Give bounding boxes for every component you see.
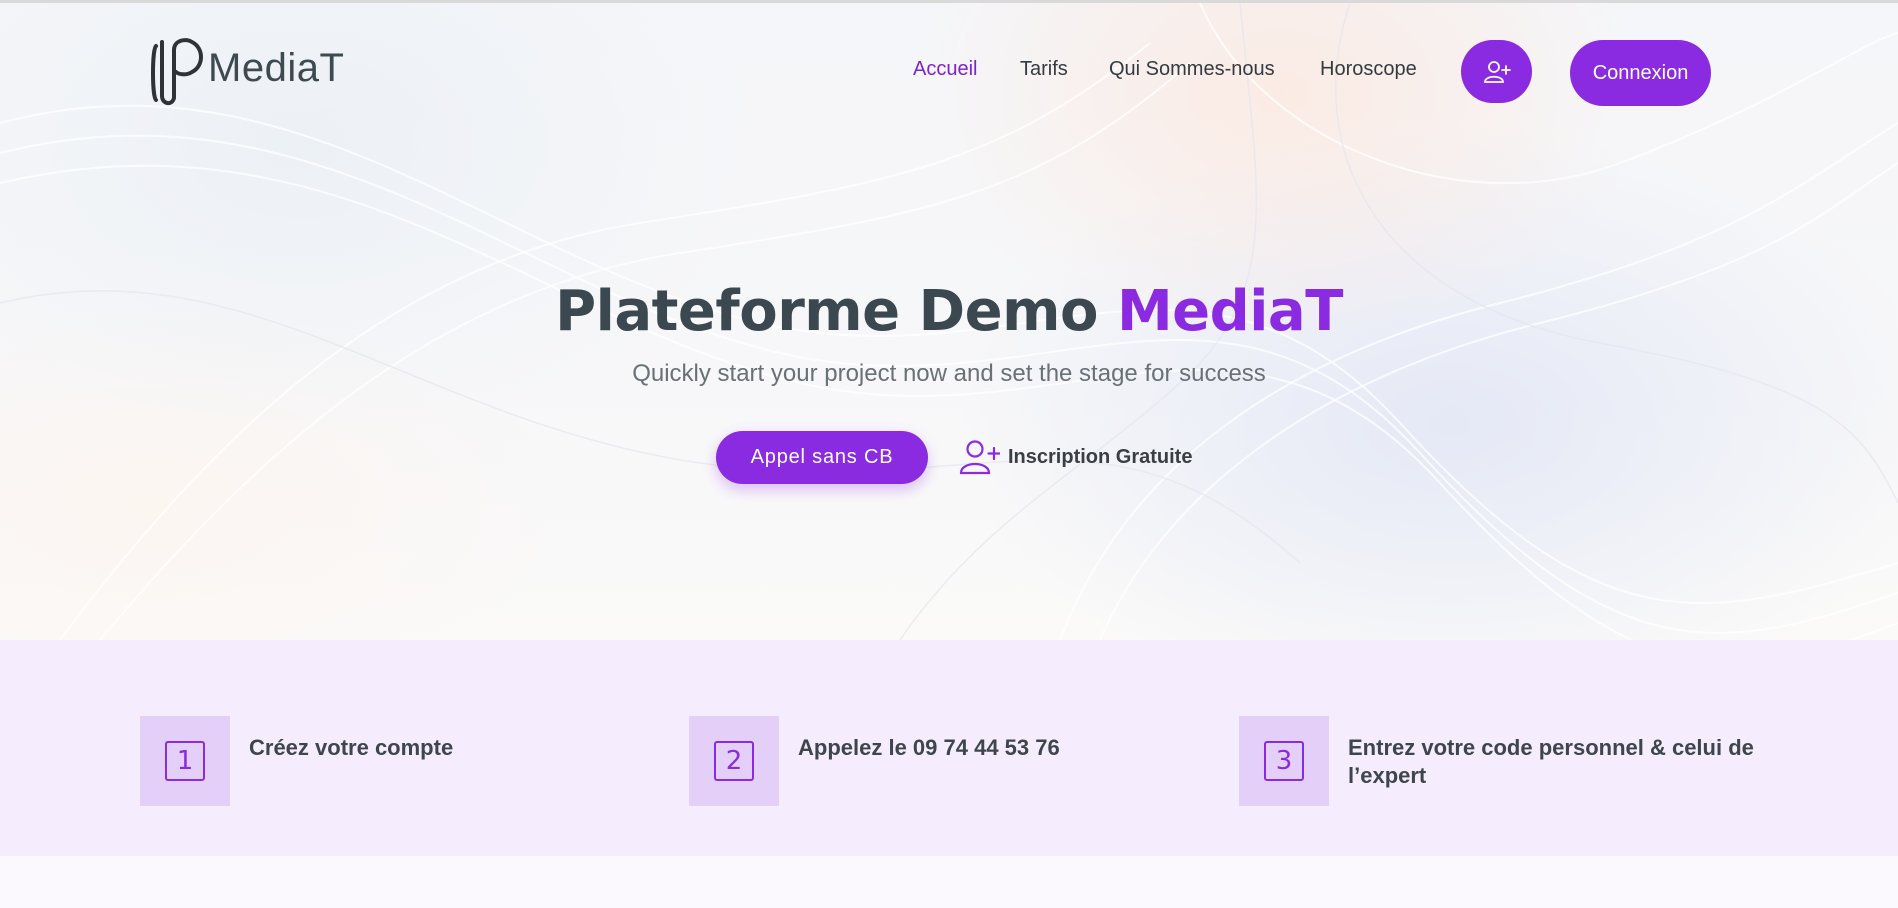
steps-section: 1 Créez votre compte 2 Appelez le 09 74 … [0, 640, 1898, 856]
signup-icon-button[interactable] [1461, 40, 1532, 103]
nav-link-qui-sommes-nous[interactable]: Qui Sommes-nous [1109, 58, 1275, 81]
step-item: 2 Appelez le 09 74 44 53 76 [689, 716, 1060, 806]
logo[interactable]: MediaT [148, 36, 344, 108]
nav-link-tarifs[interactable]: Tarifs [1020, 58, 1068, 81]
free-signup-label: Inscription Gratuite [1008, 445, 1193, 468]
step-number-box: 3 [1239, 716, 1329, 806]
hero-subtitle: Quickly start your project now and set t… [632, 360, 1266, 387]
hero-title-brand: MediaT [1116, 279, 1343, 344]
step-number: 1 [165, 741, 205, 781]
logo-text: MediaT [208, 45, 345, 90]
call-without-card-button[interactable]: Appel sans CB [716, 431, 928, 484]
step-text: Appelez le 09 74 44 53 76 [798, 735, 1060, 760]
step-number: 2 [714, 741, 754, 781]
step-item: 1 Créez votre compte [140, 716, 453, 806]
user-plus-icon [1483, 60, 1511, 83]
step-text: Entrez votre code personnel & celui de l… [1348, 735, 1754, 788]
nav-link-horoscope[interactable]: Horoscope [1320, 58, 1417, 81]
hero-title-main: Plateforme Demo [555, 279, 1098, 344]
step-number: 3 [1264, 741, 1304, 781]
step-number-box: 2 [689, 716, 779, 806]
step-number-box: 1 [140, 716, 230, 806]
hero-title: Plateforme Demo MediaT [0, 279, 1898, 344]
step-item: 3 Entrez votre code personnel & celui de… [1239, 716, 1778, 806]
free-signup-link[interactable]: Inscription Gratuite [958, 437, 1192, 477]
hero-section: MediaT Accueil Tarifs Qui Sommes-nous Ho… [0, 3, 1898, 640]
step-text: Créez votre compte [249, 735, 454, 760]
login-button[interactable]: Connexion [1570, 40, 1711, 106]
mediat-logo-icon [151, 38, 203, 105]
nav-link-accueil[interactable]: Accueil [913, 58, 977, 81]
user-plus-icon [959, 440, 1000, 475]
